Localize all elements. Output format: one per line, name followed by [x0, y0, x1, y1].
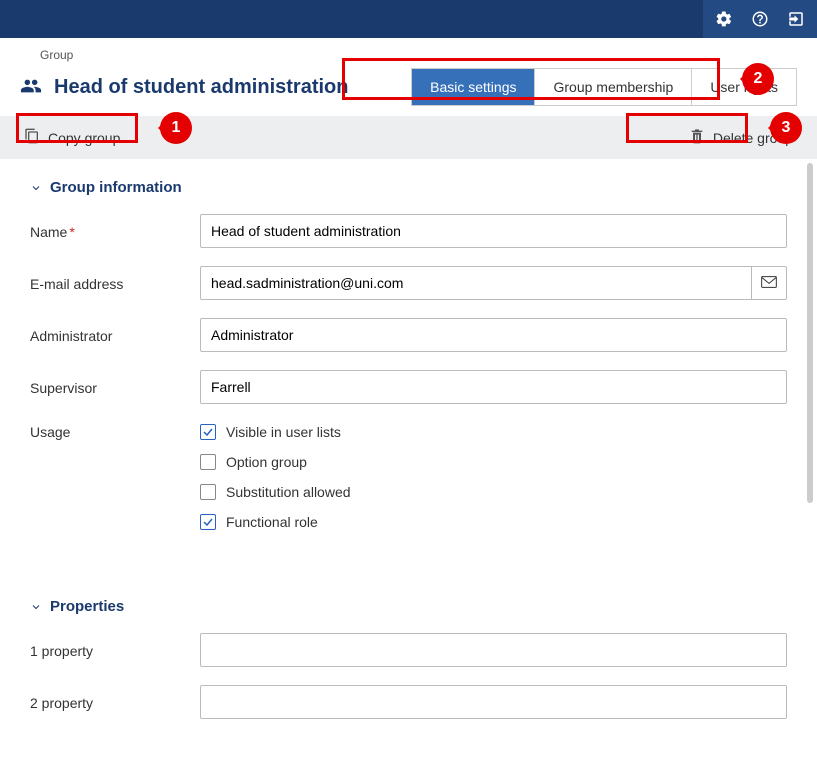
property-2-label: 2 property	[30, 693, 200, 711]
copy-icon	[24, 128, 40, 147]
supervisor-input[interactable]	[200, 370, 787, 404]
checkbox-icon	[200, 514, 216, 530]
checkbox-visible-in-user-lists[interactable]: Visible in user lists	[200, 424, 787, 440]
administrator-label: Administrator	[30, 326, 200, 344]
trash-icon	[689, 128, 705, 147]
copy-group-label: Copy group	[48, 130, 120, 146]
section-properties[interactable]: Properties	[30, 598, 787, 615]
top-bar	[0, 0, 817, 38]
email-input[interactable]	[200, 266, 751, 300]
section-title: Properties	[50, 598, 124, 615]
property-2-input[interactable]	[200, 685, 787, 719]
tab-basic-settings[interactable]: Basic settings	[412, 69, 535, 105]
checkbox-label: Substitution allowed	[226, 484, 351, 500]
checkbox-label: Functional role	[226, 514, 318, 530]
section-group-information[interactable]: Group information	[30, 179, 787, 196]
name-label: Name*	[30, 222, 200, 240]
gear-icon[interactable]	[715, 10, 733, 28]
scrollbar[interactable]	[807, 163, 813, 503]
property-1-input[interactable]	[200, 633, 787, 667]
checkbox-label: Option group	[226, 454, 307, 470]
checkbox-label: Visible in user lists	[226, 424, 341, 440]
toolbar: Copy group Delete group	[0, 116, 817, 159]
delete-group-label: Delete group	[713, 130, 793, 146]
email-action-button[interactable]	[751, 266, 787, 300]
page-title: Head of student administration	[54, 76, 348, 99]
content-area: Group information Name* E-mail address	[0, 159, 817, 767]
tabs: Basic settings Group membership User rig…	[411, 68, 797, 106]
tab-group-membership[interactable]: Group membership	[535, 69, 692, 105]
checkbox-icon	[200, 484, 216, 500]
checkbox-icon	[200, 424, 216, 440]
copy-group-button[interactable]: Copy group	[18, 124, 126, 151]
help-icon[interactable]	[751, 10, 769, 28]
checkbox-option-group[interactable]: Option group	[200, 454, 787, 470]
tab-user-rights[interactable]: User rights	[692, 69, 796, 105]
email-label: E-mail address	[30, 274, 200, 292]
logout-icon[interactable]	[787, 10, 805, 28]
envelope-icon	[761, 275, 777, 291]
breadcrumb[interactable]: Group	[20, 48, 797, 62]
checkbox-icon	[200, 454, 216, 470]
checkbox-functional-role[interactable]: Functional role	[200, 514, 787, 530]
checkbox-substitution-allowed[interactable]: Substitution allowed	[200, 484, 787, 500]
section-title: Group information	[50, 179, 182, 196]
usage-label: Usage	[30, 422, 200, 440]
name-input[interactable]	[200, 214, 787, 248]
group-icon	[20, 75, 42, 100]
supervisor-label: Supervisor	[30, 378, 200, 396]
property-1-label: 1 property	[30, 641, 200, 659]
administrator-input[interactable]	[200, 318, 787, 352]
delete-group-button[interactable]: Delete group	[683, 124, 799, 151]
